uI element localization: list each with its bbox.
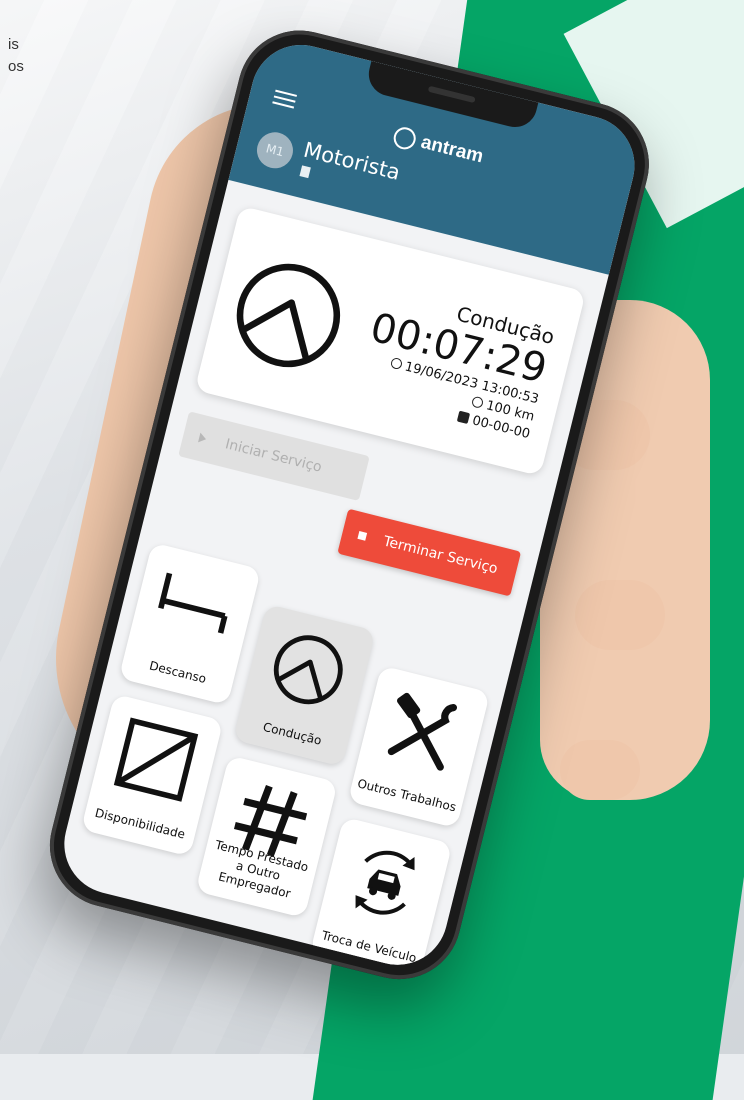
car-icon bbox=[456, 410, 471, 424]
antram-logo-icon bbox=[391, 124, 419, 152]
hamburger-menu-icon[interactable] bbox=[272, 87, 298, 110]
tile-label: Troca de Veículo bbox=[320, 928, 418, 966]
avatar[interactable]: M1 bbox=[253, 128, 297, 173]
edge-text-line-1: is bbox=[8, 36, 19, 53]
availability-icon bbox=[113, 717, 199, 802]
activity-details: Condução 00:07:29 19/06/2023 13:00:53 10… bbox=[353, 282, 557, 444]
tile-outros-trabalhos[interactable]: Outros Trabalhos bbox=[347, 665, 491, 829]
tile-descanso[interactable]: Descanso bbox=[118, 542, 262, 706]
tile-conducao[interactable]: Condução bbox=[233, 603, 376, 767]
tile-troca-veiculo[interactable]: Troca de Veículo bbox=[309, 816, 453, 976]
start-service-label: Iniciar Serviço bbox=[223, 436, 324, 476]
brand-name: antram bbox=[418, 131, 486, 168]
finger bbox=[560, 740, 640, 800]
steering-wheel-icon bbox=[273, 635, 343, 705]
driver-role: Motorista bbox=[301, 137, 403, 185]
steering-wheel-icon bbox=[236, 263, 341, 368]
tile-label: Descanso bbox=[147, 658, 208, 687]
speedometer-icon bbox=[470, 395, 485, 409]
end-service-label: Terminar Serviço bbox=[381, 533, 500, 578]
tile-disponibilidade[interactable]: Disponibilidade bbox=[80, 693, 224, 857]
stop-icon bbox=[357, 531, 368, 541]
brand-logo: antram bbox=[391, 124, 486, 168]
tile-outro-empregador[interactable]: Tempo Prestado a Outro Empregador bbox=[195, 755, 338, 919]
building-icon bbox=[299, 165, 311, 179]
tile-label: Outros Trabalhos bbox=[356, 776, 458, 815]
tile-label: Condução bbox=[261, 719, 324, 748]
hammer-wrench-icon bbox=[387, 692, 458, 771]
play-icon bbox=[198, 432, 208, 445]
clock-icon bbox=[389, 356, 403, 371]
car-swap-icon bbox=[355, 850, 415, 915]
finger bbox=[575, 580, 665, 650]
speaker-grille bbox=[427, 85, 476, 104]
bed-icon bbox=[158, 572, 228, 634]
edge-text-line-2: os bbox=[8, 58, 24, 75]
end-service-button[interactable]: Terminar Serviço bbox=[337, 508, 522, 597]
tile-label: Disponibilidade bbox=[93, 805, 187, 842]
cropped-marketing-text: is os bbox=[0, 34, 24, 78]
